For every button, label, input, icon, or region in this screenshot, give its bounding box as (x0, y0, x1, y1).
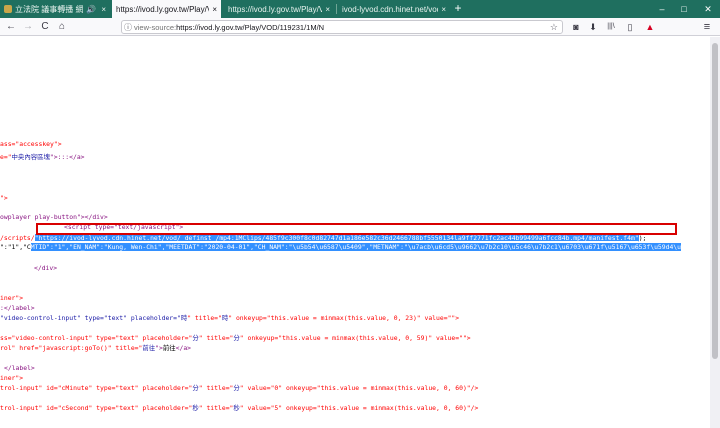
address-bar[interactable]: ⓘ view-source:https://ivod.ly.gov.tw/Pla… (121, 20, 563, 34)
tab-close-icon[interactable]: × (441, 5, 446, 14)
forward-button[interactable]: → (21, 20, 35, 34)
download-icon[interactable]: ⬇ (586, 20, 600, 34)
tab-view-source[interactable]: https://ivod.ly.gov.tw/Play/VOD/1 × (112, 0, 221, 18)
tab-strip: 立法院 議事轉播 網際網路 🔊 × https://ivod.ly.gov.tw… (0, 0, 720, 18)
sidebar-icon[interactable]: ▯ (623, 20, 637, 34)
vertical-scrollbar[interactable] (710, 37, 720, 428)
tab-ly-ivod[interactable]: 立法院 議事轉播 網際網路 🔊 × (0, 0, 110, 18)
source-line: </label> (4, 364, 35, 372)
source-line: :</label> (0, 304, 35, 312)
ly-favicon (4, 5, 12, 13)
source-line: ss="video-control-input" type="text" pla… (0, 334, 471, 342)
back-button[interactable]: ← (4, 20, 18, 34)
tab-title: https://ivod.ly.gov.tw/Play/VOD/1 (228, 4, 323, 14)
speaker-icon[interactable]: 🔊 (86, 5, 96, 14)
extension-icon[interactable]: ▲ (643, 20, 657, 34)
bookmark-star-icon[interactable]: ☆ (550, 22, 558, 33)
source-line-metadata: ":"1","CMTID":"1","EN_NAM":"Kung, Wen-Ch… (0, 243, 682, 251)
source-line: e="中央內容區塊">:::</a> (0, 153, 85, 161)
home-button[interactable]: ⌂ (55, 20, 69, 34)
manifest-link[interactable]: "https://ivod-lyvod.cdn.hinet.net/vod/_d… (34, 234, 639, 242)
tab-separator (336, 4, 337, 14)
source-line: "video-control-input" type="text" placeh… (0, 314, 460, 322)
app-menu-icon[interactable]: ≡ (700, 20, 714, 34)
minimize-button[interactable]: – (652, 0, 672, 18)
highlight-box (36, 223, 677, 235)
pocket-icon[interactable]: ◙ (569, 20, 583, 34)
maximize-button[interactable]: □ (674, 0, 694, 18)
source-line: "> (0, 194, 8, 202)
source-line: iner"> (0, 294, 24, 302)
tab-close-icon[interactable]: × (325, 5, 330, 14)
info-icon[interactable]: ⓘ (122, 22, 134, 33)
source-line: owplayer play-button"></div> (0, 213, 108, 221)
tab-ivod-play[interactable]: https://ivod.ly.gov.tw/Play/VOD/1 × (224, 0, 334, 18)
close-window-button[interactable]: ✕ (698, 0, 718, 18)
tab-title: https://ivod.ly.gov.tw/Play/VOD/1 (116, 4, 209, 14)
source-line: ass="accesskey"> (0, 140, 62, 148)
reload-button[interactable]: C (38, 20, 52, 34)
source-view[interactable]: ass="accesskey"> e="中央內容區塊">:::</a> "> o… (0, 37, 710, 428)
source-line-manifest-url: /scripts/"https://ivod-lyvod.cdn.hinet.n… (0, 234, 647, 242)
source-line: </div> (34, 264, 58, 272)
navigation-toolbar: ← → C ⌂ ⓘ view-source:https://ivod.ly.go… (0, 18, 720, 36)
tab-close-icon[interactable]: × (212, 5, 217, 14)
source-line: trol-input" id="cSecond" type="text" pla… (0, 404, 479, 412)
source-line: iner"> (0, 374, 24, 382)
tab-title: ivod-lyvod.cdn.hinet.net/vod/_definst_/ (342, 4, 438, 14)
url-text[interactable]: view-source:https://ivod.ly.gov.tw/Play/… (134, 23, 324, 32)
tab-hinet-manifest[interactable]: ivod-lyvod.cdn.hinet.net/vod/_definst_/ … (338, 0, 450, 18)
new-tab-button[interactable]: + (451, 0, 465, 18)
source-line: trol-input" id="cMinute" type="text" pla… (0, 384, 479, 392)
library-icon[interactable]: |||\ (604, 20, 618, 34)
tab-title: 立法院 議事轉播 網際網路 (15, 4, 84, 14)
url-scheme: view-source: (134, 22, 177, 32)
scrollbar-thumb[interactable] (712, 43, 718, 359)
url-path: https://ivod.ly.gov.tw/Play/VOD/119231/1… (176, 22, 325, 32)
source-line: rol" href="javascript:goTo()" title="前往"… (0, 344, 192, 352)
tab-close-icon[interactable]: × (101, 5, 106, 14)
